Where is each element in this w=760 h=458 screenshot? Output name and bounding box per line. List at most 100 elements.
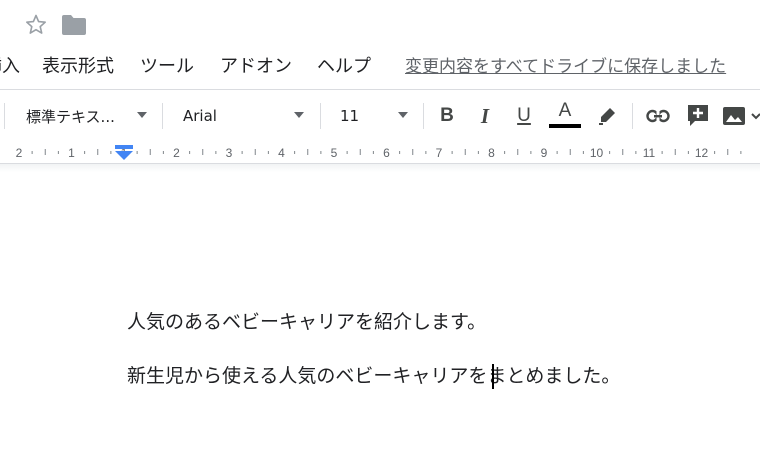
ruler-tick — [727, 149, 729, 155]
menu-tools[interactable]: ツール — [140, 54, 194, 80]
ruler-tick — [84, 151, 86, 154]
insert-link-button[interactable] — [645, 103, 671, 129]
toolbar-separator — [4, 103, 5, 129]
ruler-label: 8 — [488, 146, 495, 160]
ruler-tick — [215, 151, 217, 154]
size-chevron-down-icon — [398, 112, 408, 118]
highlight-icon — [599, 108, 615, 125]
font-size-value: 11 — [340, 107, 360, 125]
star-icon[interactable] — [24, 13, 48, 37]
ruler-label: 10 — [590, 146, 604, 160]
ruler-tick — [661, 151, 663, 154]
ruler-tick — [412, 149, 414, 155]
ruler-tick — [307, 149, 309, 155]
ruler-tick — [359, 149, 361, 155]
ruler-tick — [582, 151, 584, 154]
first-line-indent-marker[interactable] — [115, 145, 133, 149]
ruler-tick — [57, 151, 59, 154]
ruler-tick — [149, 149, 151, 155]
ruler-tick — [504, 151, 506, 154]
font-select-value: Arial — [183, 107, 217, 125]
ruler-tick — [517, 149, 519, 155]
ruler-shadow — [0, 164, 760, 172]
underline-icon: U — [517, 105, 531, 126]
ruler-tick — [687, 151, 689, 154]
add-comment-icon — [688, 105, 708, 126]
toolbar-separator — [632, 103, 633, 129]
menu-insert[interactable]: 挿入 — [0, 54, 20, 80]
add-comment-button[interactable] — [685, 103, 711, 129]
ruler-tick — [530, 151, 532, 154]
toolbar: 標準テキス... Arial 11 B I U A — [0, 90, 760, 140]
paragraph[interactable]: 新生児から使える人気のベビーキャリアをまとめました。 — [127, 362, 620, 390]
ruler-tick — [110, 151, 112, 154]
bold-icon: B — [440, 105, 454, 126]
ruler-tick — [464, 149, 466, 155]
insert-image-button[interactable] — [722, 103, 760, 129]
ruler-tick — [31, 151, 33, 154]
text-color-swatch — [549, 123, 581, 128]
ruler[interactable]: 21123456789101112 — [0, 141, 760, 163]
ruler-tick — [136, 151, 138, 154]
menu-bar: 挿入 表示形式 ツール アドオン ヘルプ 変更内容をすべてドライブに保存しました — [0, 52, 760, 82]
ruler-label: 4 — [278, 146, 285, 160]
ruler-tick — [241, 151, 243, 154]
ruler-tick — [267, 151, 269, 154]
image-icon — [723, 107, 760, 125]
menu-format[interactable]: 表示形式 — [42, 54, 114, 80]
ruler-tick — [399, 151, 401, 154]
bold-button[interactable]: B — [434, 103, 460, 129]
ruler-tick — [44, 149, 46, 155]
ruler-tick — [372, 151, 374, 154]
text-color-icon: A — [558, 99, 572, 121]
ruler-label: 2 — [16, 146, 23, 160]
menu-addons[interactable]: アドオン — [220, 54, 292, 80]
save-status-link[interactable]: 変更内容をすべてドライブに保存しました — [405, 54, 726, 80]
ruler-label: 5 — [331, 146, 338, 160]
ruler-tick — [609, 151, 611, 154]
toolbar-separator — [162, 103, 163, 129]
ruler-tick — [556, 151, 558, 154]
left-indent-marker[interactable] — [115, 151, 133, 160]
font-chevron-down-icon — [294, 112, 304, 118]
text-cursor — [492, 364, 494, 389]
ruler-tick — [622, 149, 624, 155]
ruler-tick — [714, 151, 716, 154]
ruler-tick — [202, 149, 204, 155]
ruler-tick — [294, 151, 296, 154]
ruler-tick — [189, 151, 191, 154]
menu-help[interactable]: ヘルプ — [317, 54, 371, 80]
ruler-label: 11 — [643, 146, 656, 160]
toolbar-separator — [423, 103, 424, 129]
title-icons-row — [0, 0, 760, 52]
ruler-scale: 21123456789101112 — [16, 145, 742, 160]
font-select[interactable]: Arial — [183, 101, 308, 131]
document-page[interactable]: 人気のあるベビーキャリアを紹介します。 新生児から使える人気のベビーキャリアをま… — [0, 172, 760, 458]
ruler-tick — [254, 149, 256, 155]
ruler-label: 2 — [173, 146, 180, 160]
ruler-tick — [451, 151, 453, 154]
underline-button[interactable]: U — [511, 103, 537, 129]
folder-icon[interactable] — [61, 14, 87, 36]
ruler-label: 12 — [695, 146, 709, 160]
style-select[interactable]: 標準テキス... — [26, 101, 154, 131]
ruler-label: 9 — [541, 146, 548, 160]
paragraph[interactable]: 人気のあるベビーキャリアを紹介します。 — [127, 308, 486, 336]
ruler-tick — [346, 151, 348, 154]
ruler-tick — [97, 149, 99, 155]
toolbar-separator — [320, 103, 321, 129]
ruler-tick — [740, 151, 742, 154]
italic-icon: I — [480, 103, 490, 128]
italic-button[interactable]: I — [472, 103, 498, 129]
style-select-value: 標準テキス... — [26, 107, 115, 126]
ruler-label: 1 — [68, 146, 75, 160]
ruler-label: 3 — [226, 146, 233, 160]
text-color-button[interactable]: A — [549, 99, 581, 129]
ruler-label: 6 — [383, 146, 390, 160]
ruler-tick — [674, 149, 676, 155]
ruler-label: 7 — [436, 146, 443, 160]
highlight-button[interactable] — [594, 103, 620, 129]
link-icon — [646, 109, 670, 123]
style-chevron-down-icon — [137, 112, 147, 118]
ruler-tick — [320, 151, 322, 154]
